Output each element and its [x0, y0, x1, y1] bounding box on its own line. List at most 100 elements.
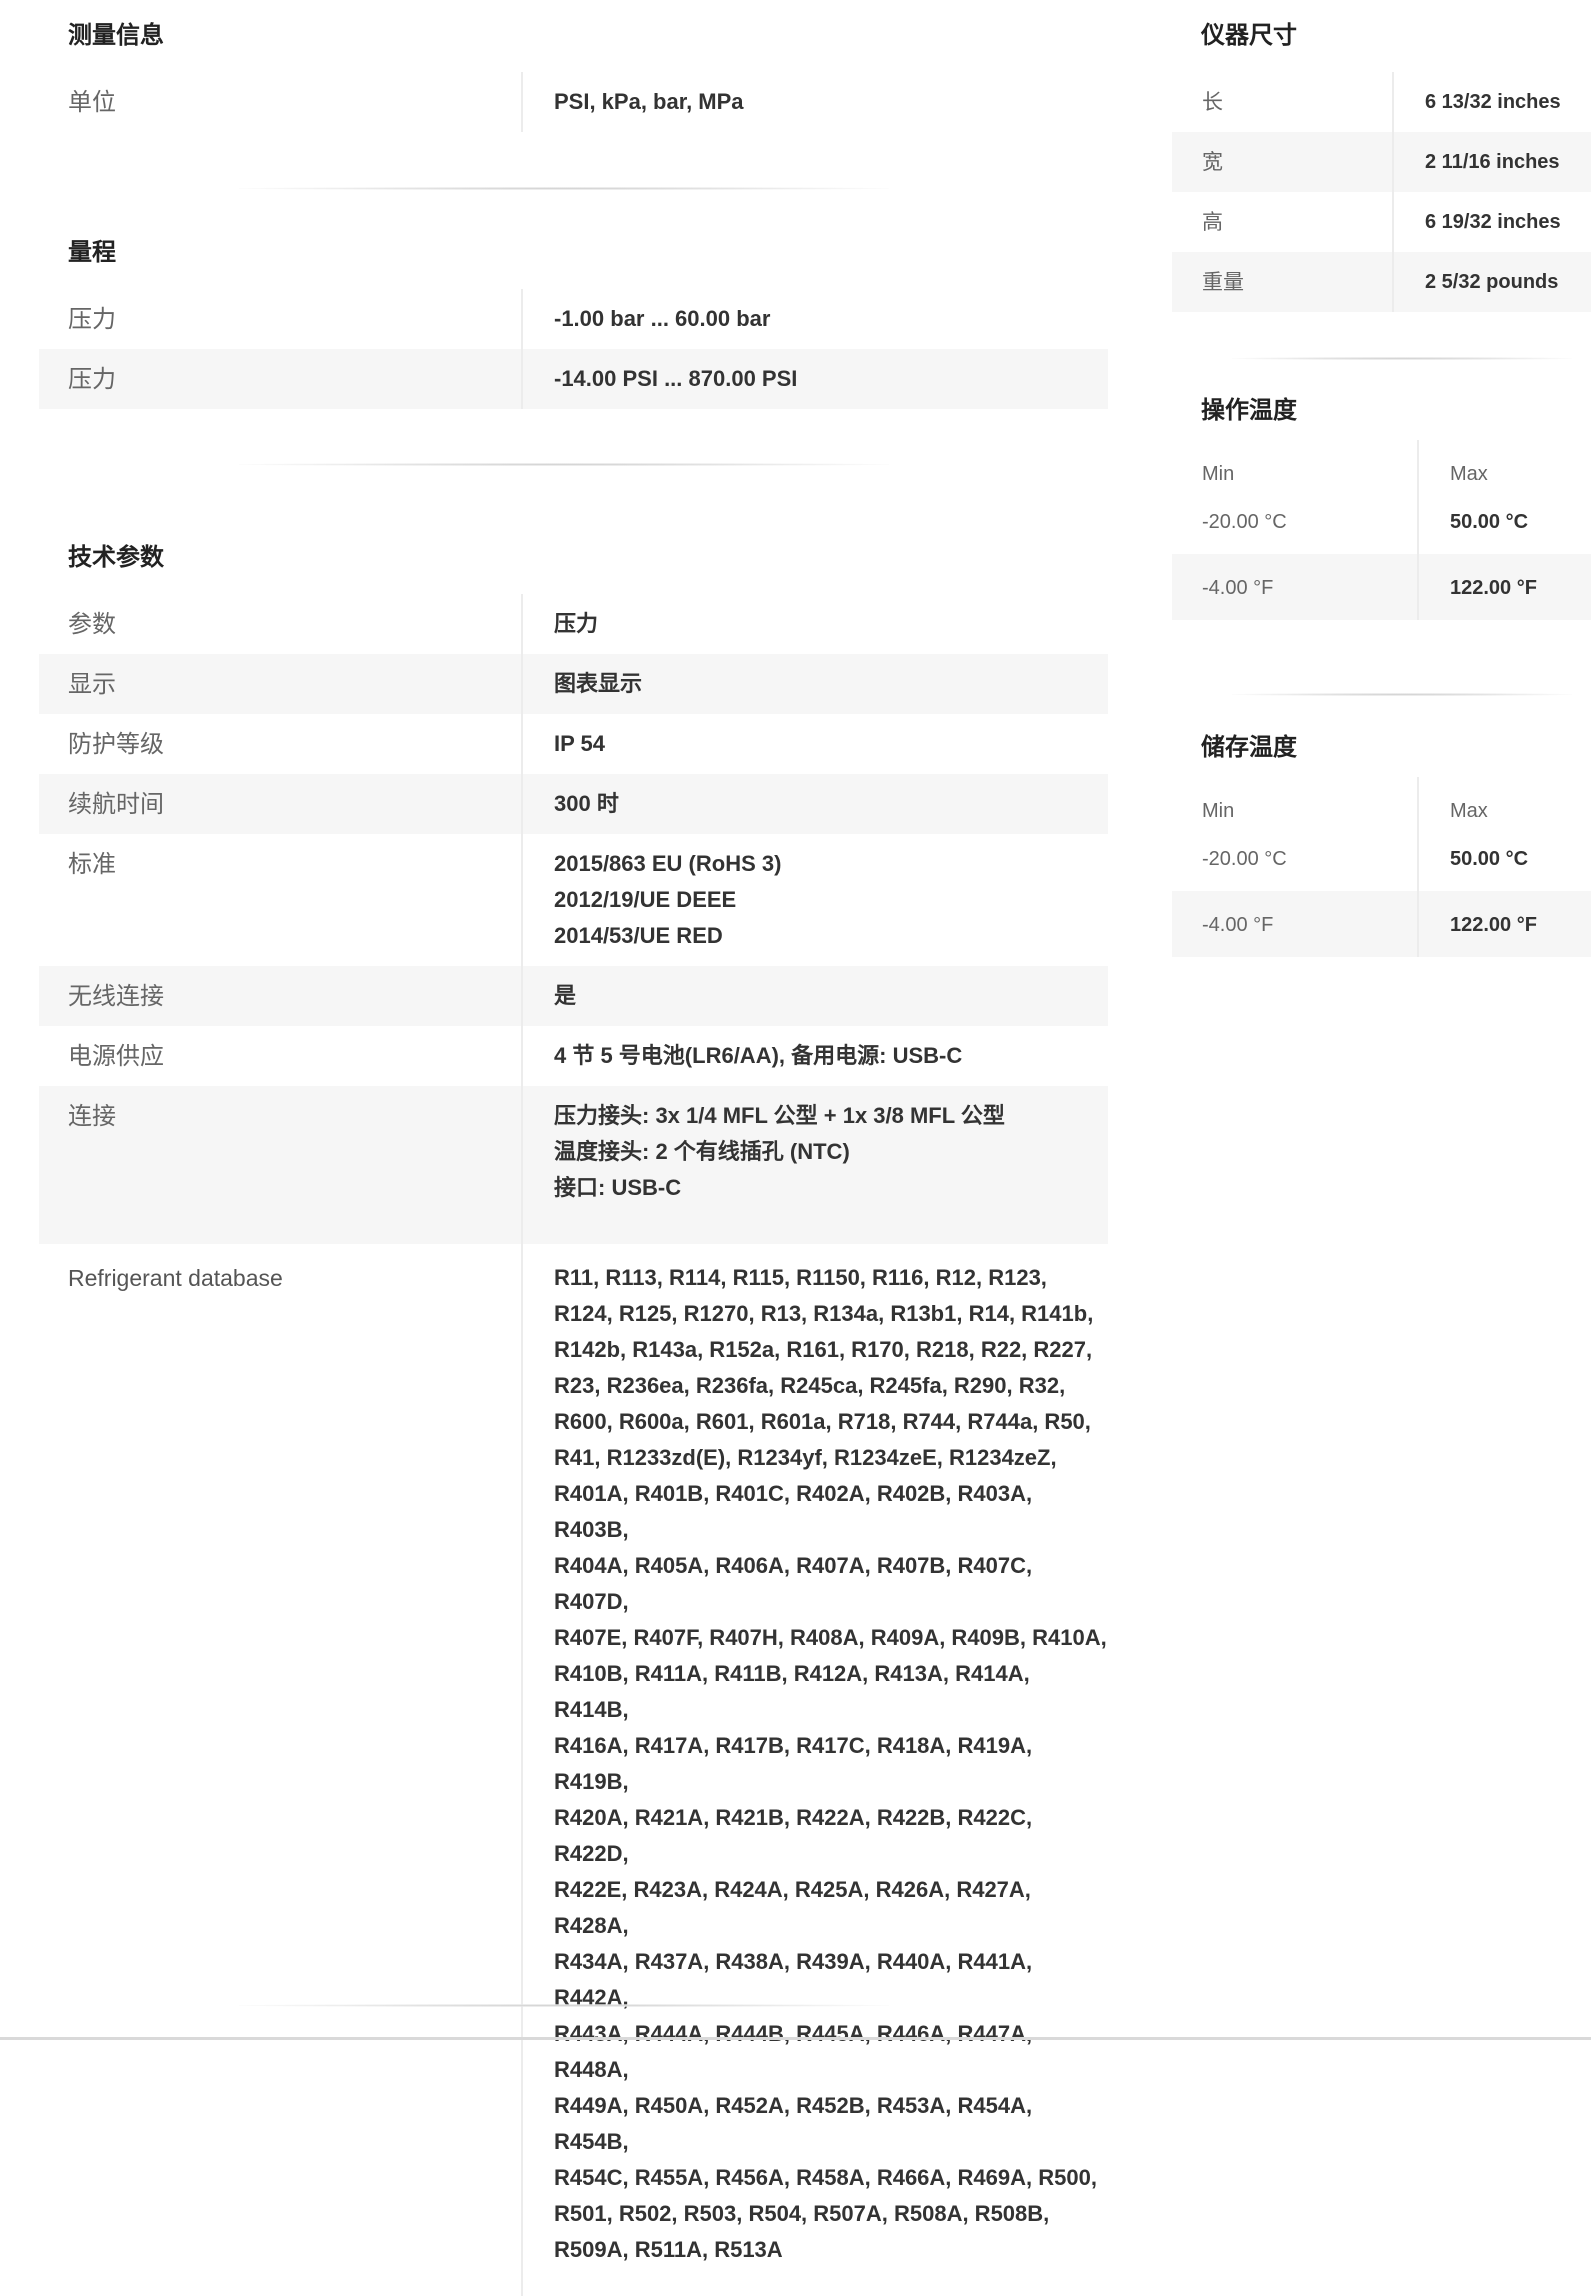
- row-value: 2 5/32 pounds: [1392, 252, 1591, 312]
- tech-title: 技术参数: [68, 543, 164, 571]
- connection-line: 温度接头: 2 个有线插孔 (NTC): [554, 1139, 850, 1164]
- row-value: 4 节 5 号电池(LR6/AA), 备用电源: USB-C: [521, 1026, 1108, 1086]
- row-value: 图表显示: [521, 654, 1108, 714]
- table-header-row: Min Max: [1172, 440, 1591, 500]
- row-label: 长: [1202, 90, 1223, 114]
- storage-temp-title: 储存温度: [1201, 733, 1297, 761]
- refrigerant-line: R416A, R417A, R417B, R417C, R418A, R419A…: [554, 1733, 1033, 1794]
- refrigerant-line: R23, R236ea, R236fa, R245ca, R245fa, R29…: [554, 1373, 1066, 1398]
- min-value: -4.00 °F: [1202, 577, 1274, 599]
- table-row-refrigerant: Refrigerant database R11, R113, R114, R1…: [39, 1244, 1108, 2296]
- row-label: 压力: [68, 365, 116, 393]
- dimensions-title: 仪器尺寸: [1201, 21, 1297, 49]
- row-value-refrigerant: R11, R113, R114, R115, R1150, R116, R12,…: [521, 1244, 1108, 2296]
- row-label: 高: [1202, 210, 1223, 234]
- measurement-section: 测量信息 单位 PSI, kPa, bar, MPa: [39, 19, 1108, 132]
- table-row: -20.00 °C 50.00 °C: [1172, 837, 1591, 891]
- standard-line: 2012/19/UE DEEE: [554, 887, 737, 912]
- row-label: 连接: [68, 1102, 116, 1130]
- row-value: 6 19/32 inches: [1392, 192, 1591, 252]
- max-value: 50.00 °C: [1417, 500, 1591, 554]
- row-label: 防护等级: [68, 730, 164, 758]
- row-label: 宽: [1202, 150, 1223, 174]
- table-row: 参数 压力: [39, 594, 1108, 654]
- dimensions-table: 长 6 13/32 inches 宽 2 11/16 inches 高 6 19…: [1172, 72, 1591, 312]
- row-label: 单位: [68, 88, 116, 116]
- row-value: -14.00 PSI ... 870.00 PSI: [521, 349, 1108, 409]
- storage-temp-section: 储存温度 Min Max -20.00 °C 50.00 °C -4.00 °F…: [1172, 731, 1591, 957]
- tech-section: 技术参数 参数 压力 显示 图表显示 防护等级 IP 54 续航时间 300 时…: [39, 541, 1108, 2296]
- section-divider: [1232, 693, 1572, 696]
- range-title: 量程: [68, 238, 116, 266]
- row-value-standard: 2015/863 EU (RoHS 3) 2012/19/UE DEEE 201…: [521, 834, 1108, 966]
- table-row-connection: 连接 压力接头: 3x 1/4 MFL 公型 + 1x 3/8 MFL 公型 温…: [39, 1086, 1108, 1244]
- section-divider: [239, 187, 889, 190]
- storage-temp-table: Min Max -20.00 °C 50.00 °C -4.00 °F 122.…: [1172, 777, 1591, 957]
- refrigerant-line: R449A, R450A, R452A, R452B, R453A, R454A…: [554, 2093, 1033, 2154]
- refrigerant-line: R124, R125, R1270, R13, R134a, R13b1, R1…: [554, 1301, 1094, 1326]
- row-value: 6 13/32 inches: [1392, 72, 1591, 132]
- row-label: 压力: [68, 305, 116, 333]
- table-row: 压力 -1.00 bar ... 60.00 bar: [39, 289, 1108, 349]
- max-value: 122.00 °F: [1417, 554, 1591, 620]
- refrigerant-line: R600, R600a, R601, R601a, R718, R744, R7…: [554, 1409, 1091, 1434]
- range-table: 压力 -1.00 bar ... 60.00 bar 压力 -14.00 PSI…: [39, 289, 1108, 409]
- row-label: 参数: [68, 610, 116, 638]
- tech-table: 参数 压力 显示 图表显示 防护等级 IP 54 续航时间 300 时 标准 2…: [39, 594, 1108, 2296]
- row-value: 2 11/16 inches: [1392, 132, 1591, 192]
- row-label: Refrigerant database: [68, 1265, 283, 1291]
- refrigerant-line: R420A, R421A, R421B, R422A, R422B, R422C…: [554, 1805, 1033, 1866]
- table-row: 电源供应 4 节 5 号电池(LR6/AA), 备用电源: USB-C: [39, 1026, 1108, 1086]
- min-header: Min: [1202, 800, 1235, 822]
- standard-line: 2015/863 EU (RoHS 3): [554, 851, 782, 876]
- refrigerant-line: R407E, R407F, R407H, R408A, R409A, R409B…: [554, 1625, 1107, 1650]
- table-row: 续航时间 300 时: [39, 774, 1108, 834]
- min-value: -20.00 °C: [1202, 848, 1287, 870]
- max-header: Max: [1417, 440, 1591, 500]
- row-value: -1.00 bar ... 60.00 bar: [521, 289, 1108, 349]
- table-row: 高 6 19/32 inches: [1172, 192, 1591, 252]
- connection-line: 接口: USB-C: [554, 1175, 682, 1200]
- refrigerant-line: R422E, R423A, R424A, R425A, R426A, R427A…: [554, 1877, 1031, 1938]
- row-value: IP 54: [521, 714, 1108, 774]
- table-row: 压力 -14.00 PSI ... 870.00 PSI: [39, 349, 1108, 409]
- table-header-row: Min Max: [1172, 777, 1591, 837]
- row-label: 重量: [1202, 270, 1244, 294]
- refrigerant-line: R11, R113, R114, R115, R1150, R116, R12,…: [554, 1265, 1047, 1290]
- table-row: 单位 PSI, kPa, bar, MPa: [39, 72, 1108, 132]
- refrigerant-line: R410B, R411A, R411B, R412A, R413A, R414A…: [554, 1661, 1030, 1722]
- row-value: PSI, kPa, bar, MPa: [521, 72, 1108, 132]
- refrigerant-line: R142b, R143a, R152a, R161, R170, R218, R…: [554, 1337, 1093, 1362]
- row-value: 是: [521, 966, 1108, 1026]
- max-header: Max: [1417, 777, 1591, 837]
- max-value: 122.00 °F: [1417, 891, 1591, 957]
- operating-temp-title: 操作温度: [1201, 396, 1297, 424]
- table-row: -20.00 °C 50.00 °C: [1172, 500, 1591, 554]
- operating-temp-table: Min Max -20.00 °C 50.00 °C -4.00 °F 122.…: [1172, 440, 1591, 620]
- section-divider: [239, 2004, 889, 2007]
- section-divider: [239, 463, 889, 466]
- table-row: 宽 2 11/16 inches: [1172, 132, 1591, 192]
- refrigerant-line: R509A, R511A, R513A: [554, 2237, 783, 2262]
- standard-line: 2014/53/UE RED: [554, 923, 723, 948]
- table-row: -4.00 °F 122.00 °F: [1172, 891, 1591, 957]
- row-label: 无线连接: [68, 982, 164, 1010]
- max-value: 50.00 °C: [1417, 837, 1591, 891]
- row-value-connection: 压力接头: 3x 1/4 MFL 公型 + 1x 3/8 MFL 公型 温度接头…: [521, 1086, 1108, 1244]
- refrigerant-line: R401A, R401B, R401C, R402A, R402B, R403A…: [554, 1481, 1033, 1542]
- refrigerant-line: R443A, R444A, R444B, R445A, R446A, R447A…: [554, 2021, 1033, 2082]
- measurement-table: 单位 PSI, kPa, bar, MPa: [39, 72, 1108, 132]
- row-label: 显示: [68, 670, 116, 698]
- row-label: 电源供应: [68, 1042, 164, 1070]
- connection-line: 压力接头: 3x 1/4 MFL 公型 + 1x 3/8 MFL 公型: [554, 1103, 1005, 1128]
- table-row: 重量 2 5/32 pounds: [1172, 252, 1591, 312]
- table-row: 防护等级 IP 54: [39, 714, 1108, 774]
- min-header: Min: [1202, 463, 1235, 485]
- table-row: 无线连接 是: [39, 966, 1108, 1026]
- table-row: -4.00 °F 122.00 °F: [1172, 554, 1591, 620]
- refrigerant-line: R454C, R455A, R456A, R458A, R466A, R469A…: [554, 2165, 1097, 2190]
- measurement-title: 测量信息: [68, 21, 164, 49]
- row-label: 续航时间: [68, 790, 164, 818]
- refrigerant-line: R404A, R405A, R406A, R407A, R407B, R407C…: [554, 1553, 1033, 1614]
- min-value: -20.00 °C: [1202, 511, 1287, 533]
